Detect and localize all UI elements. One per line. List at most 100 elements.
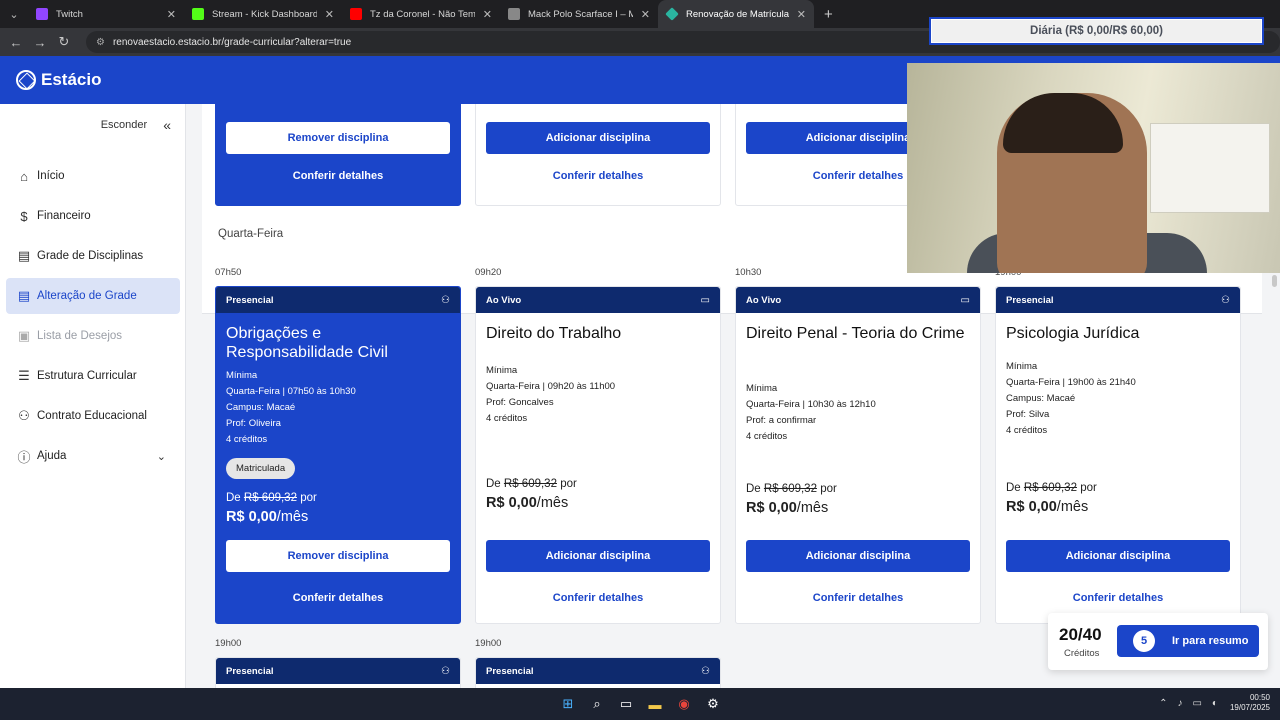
chevron-up-icon[interactable]: ⌃	[1159, 698, 1167, 709]
close-tab-icon[interactable]: ✕	[641, 8, 650, 21]
estacio-logo[interactable]: Estácio	[16, 70, 101, 90]
close-tab-icon[interactable]: ✕	[325, 8, 334, 21]
tab-estacio[interactable]: Renovação de Matrícula Estácio ✕	[658, 0, 814, 28]
estacio-logo-icon	[16, 70, 36, 90]
details-link[interactable]: Conferir detalhes	[486, 170, 710, 182]
hide-sidebar-button[interactable]: Esconder «	[101, 117, 171, 133]
search-icon[interactable]: ⌕	[585, 692, 609, 716]
sidebar-item-label: Início	[37, 170, 65, 182]
tab-mack[interactable]: Mack Polo Scarface I – Mack D ✕	[500, 0, 658, 28]
price-new: R$ 0,00	[746, 500, 797, 516]
card-header: Ao Vivo ▭	[476, 287, 720, 313]
chrome-icon[interactable]: ◉	[672, 692, 696, 716]
price-per: por	[300, 492, 317, 504]
course-card: Presencial ⚇	[215, 657, 461, 688]
details-link[interactable]: Conferir detalhes	[486, 592, 710, 604]
close-tab-icon[interactable]: ✕	[797, 8, 806, 21]
course-card: Ao Vivo ▭ Direito do Trabalho Mínima Qua…	[475, 286, 721, 624]
add-course-button[interactable]: Adicionar disciplina	[1006, 540, 1230, 572]
network-icon[interactable]: ▭	[1192, 698, 1201, 709]
details-link[interactable]: Conferir detalhes	[746, 592, 970, 604]
add-course-button[interactable]: Adicionar disciplina	[486, 122, 710, 154]
clock-time: 00:50	[1249, 693, 1270, 702]
card-header: Ao Vivo ▭	[736, 287, 980, 313]
price-new: R$ 0,00	[486, 495, 537, 511]
price-per: por	[560, 478, 577, 490]
close-tab-icon[interactable]: ✕	[483, 8, 492, 21]
sidebar-item-label: Financeiro	[37, 210, 91, 222]
sidebar-item-grade-disciplinas[interactable]: ▤ Grade de Disciplinas	[6, 238, 180, 274]
tab-title: Mack Polo Scarface I – Mack D	[528, 8, 633, 20]
price-unit: /mês	[536, 495, 569, 511]
forward-icon[interactable]: →	[28, 35, 52, 50]
tab-twitch[interactable]: Twitch ✕	[28, 0, 184, 28]
details-link[interactable]: Conferir detalhes	[226, 592, 450, 604]
estacio-icon	[665, 7, 679, 21]
price-unit: /mês	[1056, 499, 1089, 515]
sidebar-item-lista-desejos[interactable]: ▣ Lista de Desejos	[6, 318, 180, 354]
chevron-down-icon: ⌄	[156, 450, 166, 463]
clock-date: 19/07/2025	[1229, 703, 1270, 712]
twitch-icon	[36, 8, 48, 20]
microphone-icon[interactable]: ♪	[1177, 698, 1182, 709]
price-from: De	[226, 492, 241, 504]
windows-start-icon[interactable]: ⊞	[556, 692, 580, 716]
details-link[interactable]: Conferir detalhes	[1006, 592, 1230, 604]
summary-button[interactable]: 5 Ir para resumo	[1117, 625, 1259, 657]
add-course-button[interactable]: Adicionar disciplina	[486, 540, 710, 572]
tab-kick[interactable]: Stream - Kick Dashboard ✕	[184, 0, 342, 28]
hide-label: Esconder	[100, 119, 148, 131]
price-unit: /mês	[276, 509, 309, 525]
info-line: Campus: Macaé	[1006, 393, 1076, 404]
sidebar-item-inicio[interactable]: ⌂ Início	[6, 158, 180, 194]
back-icon[interactable]: ←	[4, 35, 28, 50]
tab-title: Tz da Coronel - Não Temos Me	[370, 8, 475, 20]
course-info: Mínima Quarta-Feira | 19h00 às 21h40 Cam…	[1006, 359, 1230, 439]
remove-course-button[interactable]: Remover disciplina	[226, 540, 450, 572]
course-info: Mínima Quarta-Feira | 09h20 às 11h00 Pro…	[486, 363, 710, 427]
sidebar-item-financeiro[interactable]: $ Financeiro	[6, 198, 180, 234]
add-course-button[interactable]: Adicionar disciplina	[746, 540, 970, 572]
clock[interactable]: 00:50 19/07/2025	[1230, 693, 1270, 713]
task-view-icon[interactable]: ▭	[614, 692, 638, 716]
remove-course-button[interactable]: Remover disciplina	[226, 122, 450, 154]
site-info-icon[interactable]: ⚙	[96, 37, 105, 48]
price-block: De R$ 609,32 por R$ 0,00/mês	[226, 492, 450, 525]
monitor-icon: ▭	[700, 294, 710, 306]
sidebar-item-label: Grade de Disciplinas	[37, 250, 144, 262]
youtube-icon	[350, 8, 362, 20]
sidebar-item-ajuda[interactable]: ⓘ Ajuda ⌄	[6, 438, 180, 474]
day-heading: Quarta-Feira	[218, 228, 284, 240]
info-icon: ⓘ	[17, 449, 31, 465]
file-explorer-icon[interactable]: ▬	[643, 692, 667, 716]
info-line: Prof: a confirmar	[746, 415, 817, 426]
price-new: R$ 0,00	[1006, 499, 1057, 515]
price-block: De R$ 609,32 por R$ 0,00/mês	[746, 483, 970, 516]
document-icon: ▤	[17, 248, 31, 263]
logo-text: Estácio	[41, 70, 102, 89]
price-block: De R$ 609,32 por R$ 0,00/mês	[1006, 482, 1230, 515]
price-block: De R$ 609,32 por R$ 0,00/mês	[486, 478, 710, 511]
info-line: Mínima	[1006, 361, 1038, 372]
tab-youtube[interactable]: Tz da Coronel - Não Temos Me ✕	[342, 0, 500, 28]
sidebar-item-contrato[interactable]: ⚇ Contrato Educacional	[6, 398, 180, 434]
reload-icon[interactable]: ↻	[52, 34, 76, 50]
volume-icon[interactable]: ◐	[1212, 698, 1218, 709]
sidebar-item-estrutura-curricular[interactable]: ☰ Estrutura Curricular	[6, 358, 180, 394]
sidebar-item-alteracao-grade[interactable]: ▤ Alteração de Grade	[6, 278, 180, 314]
info-line: Prof: Goncalves	[486, 397, 554, 408]
course-title: Obrigações e Responsabilidade Civil	[226, 325, 388, 361]
new-tab-icon[interactable]: +	[824, 6, 833, 23]
document-icon: ▤	[17, 288, 31, 303]
scrollbar-thumb[interactable]	[1272, 275, 1277, 287]
price-old: R$ 609,32	[503, 478, 557, 490]
price-unit: /mês	[796, 500, 829, 516]
time-slot-label: 07h50	[215, 267, 242, 278]
tab-search-icon[interactable]: ⌄	[0, 0, 28, 28]
url-text: renovaestacio.estacio.br/grade-curricula…	[112, 36, 352, 48]
close-tab-icon[interactable]: ✕	[167, 8, 176, 21]
price-from: De	[486, 478, 501, 490]
app-icon[interactable]: ⚙	[701, 692, 725, 716]
price-new-line: R$ 0,00/mês	[1006, 499, 1230, 515]
details-link[interactable]: Conferir detalhes	[226, 170, 450, 182]
